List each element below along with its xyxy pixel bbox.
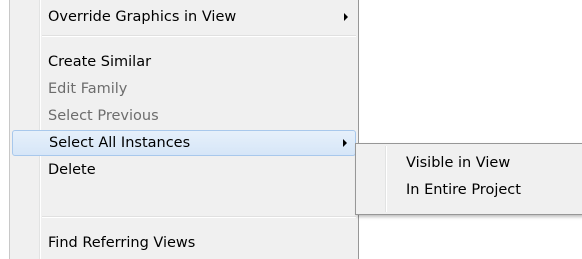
select-all-instances-submenu: Visible in View In Entire Project	[355, 143, 582, 215]
submenu-item-label: In Entire Project	[406, 182, 521, 198]
submenu-item-in-entire-project[interactable]: In Entire Project	[358, 177, 582, 203]
menu-item-select-previous[interactable]: Select Previous	[10, 103, 358, 129]
menu-item-find-referring-views[interactable]: Find Referring Views	[10, 230, 358, 256]
submenu-item-label: Visible in View	[406, 155, 511, 171]
menu-separator	[42, 35, 356, 37]
menu-item-edit-family[interactable]: Edit Family	[10, 76, 358, 102]
menu-item-label: Create Similar	[48, 54, 152, 70]
menu-item-override-graphics-in-view[interactable]: Override Graphics in View	[10, 4, 358, 30]
chevron-right-icon	[344, 13, 348, 21]
chevron-right-icon	[343, 139, 347, 147]
menu-item-label: Select All Instances	[49, 135, 191, 151]
menu-item-select-all-instances[interactable]: Select All Instances	[12, 130, 356, 156]
submenu-item-visible-in-view[interactable]: Visible in View	[358, 150, 582, 176]
menu-item-label: Override Graphics in View	[48, 9, 237, 25]
menu-item-label: Select Previous	[48, 108, 159, 124]
menu-separator	[42, 216, 356, 218]
menu-item-label: Delete	[48, 162, 96, 178]
menu-item-create-similar[interactable]: Create Similar	[10, 49, 358, 75]
menu-item-delete[interactable]: Delete	[10, 157, 358, 183]
menu-item-label: Find Referring Views	[48, 235, 196, 251]
context-menu: Override Graphics in View Create Similar…	[9, 0, 359, 259]
screenshot-stage: Override Graphics in View Create Similar…	[0, 0, 582, 259]
menu-item-label: Edit Family	[48, 81, 128, 97]
